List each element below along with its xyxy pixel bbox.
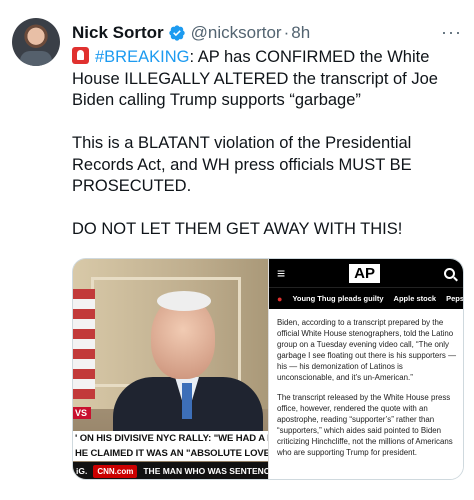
siren-icon: [72, 47, 89, 64]
tweet-text: #BREAKING: AP has CONFIRMED the White Ho…: [72, 47, 464, 262]
more-icon[interactable]: ···: [441, 22, 462, 43]
tweet-paragraph-2: This is a BLATANT violation of the Presi…: [72, 134, 412, 195]
ap-header: ≡ AP: [269, 259, 463, 287]
tweet-timestamp[interactable]: 8h: [291, 23, 310, 43]
topic-item: Apple stock: [393, 294, 437, 303]
news-ticker: iG. CNN.com THE MAN WHO WAS SENTENCED TO: [73, 462, 268, 479]
article-body: Biden, according to a transcript prepare…: [269, 309, 463, 458]
corner-label: VS: [73, 407, 91, 419]
search-icon: [443, 267, 455, 279]
ap-logo: AP: [348, 262, 381, 284]
author-name[interactable]: Nick Sortor: [72, 23, 164, 43]
separator-dot: ·: [283, 23, 290, 42]
avatar[interactable]: [12, 18, 60, 66]
topic-item: Pepsi, Cele: [446, 294, 463, 303]
chyron-line-2: HE CLAIMED IT WAS AN "ABSOLUTE LOVEF: [73, 446, 268, 461]
article-paragraph-2: The transcript released by the White Hou…: [277, 393, 453, 457]
ticker-text: THE MAN WHO WAS SENTENCED TO: [143, 466, 268, 476]
author-handle[interactable]: @nicksortor: [191, 23, 282, 43]
article-paragraph-1: Biden, according to a transcript prepare…: [277, 318, 456, 382]
tweet-media[interactable]: VS ' ON HIS DIVISIVE NYC RALLY: "WE HAD …: [72, 258, 464, 480]
verified-badge-icon: [168, 25, 185, 41]
network-logo: CNN.com: [93, 465, 138, 478]
flag-image: [73, 289, 95, 399]
hamburger-menu-icon: ≡: [277, 265, 286, 281]
article-screenshot[interactable]: ≡ AP ● Young Thug pleads guilty Apple st…: [268, 259, 463, 479]
chyron-line-1: ' ON HIS DIVISIVE NYC RALLY: "WE HAD A E: [73, 431, 268, 446]
topic-item: Young Thug pleads guilty: [292, 294, 384, 303]
topic-bullet-icon: ●: [277, 293, 283, 304]
tweet-paragraph-3: DO NOT LET THEM GET AWAY WITH THIS!: [72, 220, 403, 238]
topics-bar: ● Young Thug pleads guilty Apple stock P…: [269, 287, 463, 309]
hashtag-link[interactable]: #BREAKING: [95, 48, 189, 66]
ticker-left: iG.: [76, 466, 88, 476]
tweet-paragraph-1: #BREAKING: AP has CONFIRMED the White Ho…: [72, 47, 464, 112]
video-screenshot[interactable]: VS ' ON HIS DIVISIVE NYC RALLY: "WE HAD …: [73, 259, 268, 479]
tweet-header: Nick Sortor @nicksortor · 8h: [72, 22, 310, 44]
